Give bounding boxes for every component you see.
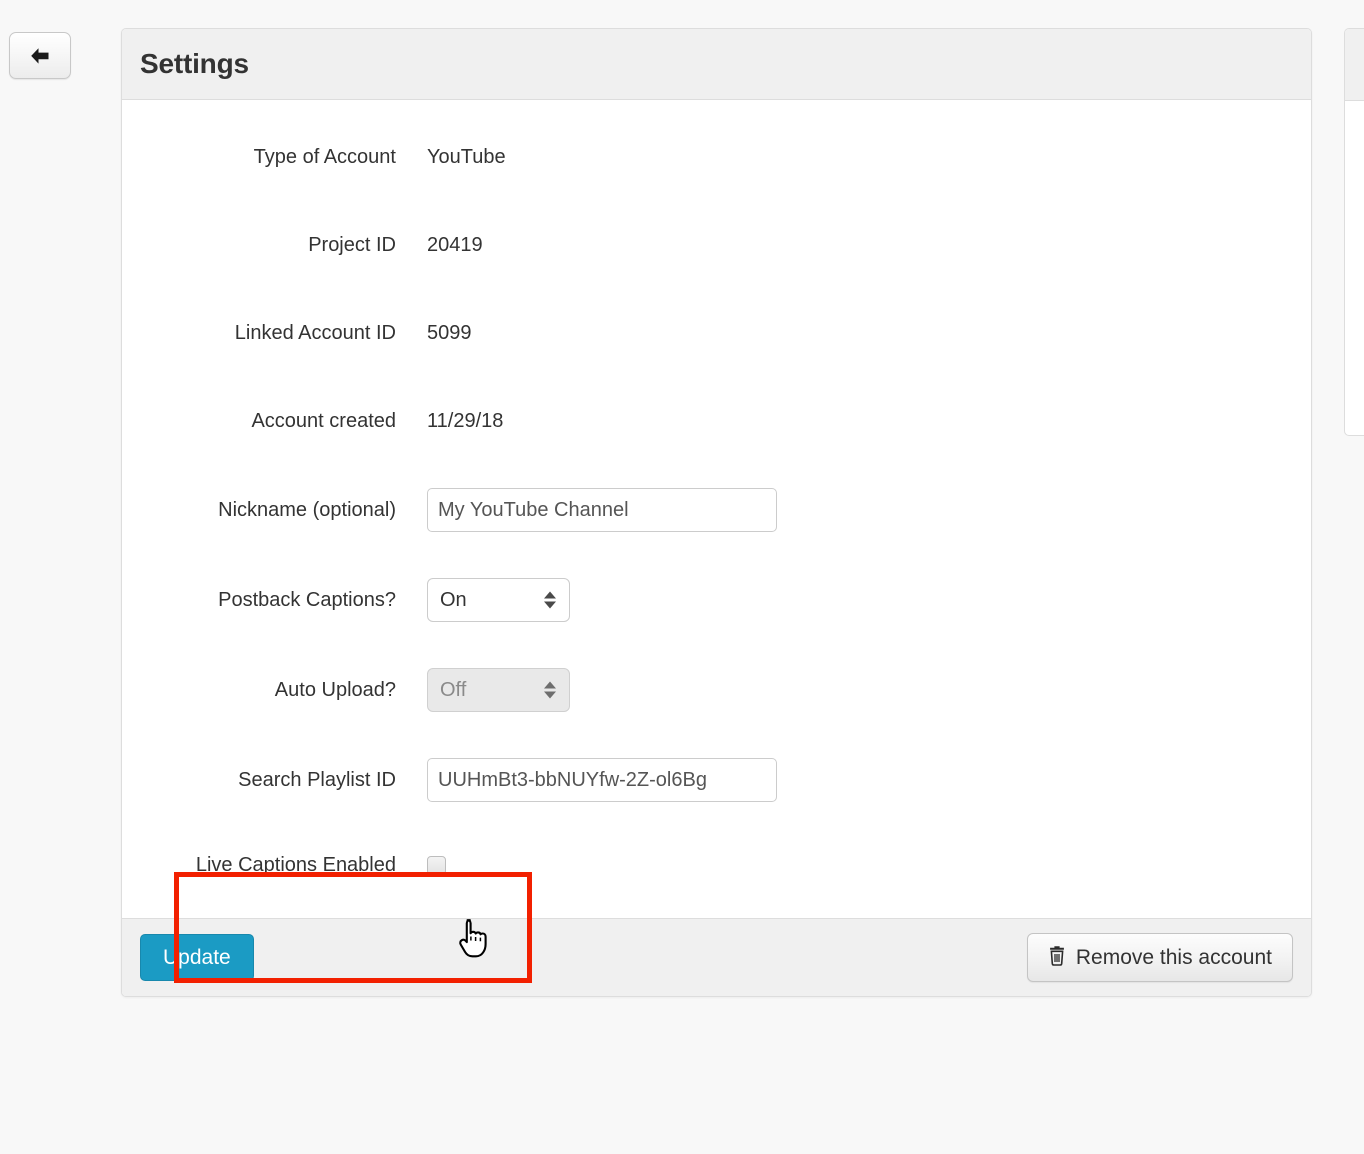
label-type-of-account: Type of Account xyxy=(253,146,396,168)
postback-captions-select[interactable]: On xyxy=(427,578,570,622)
row-live-captions-enabled: Live Captions Enabled xyxy=(122,844,1311,886)
value-linked-account-id: 5099 xyxy=(427,322,472,344)
update-button[interactable]: Update xyxy=(140,934,254,981)
remove-account-button[interactable]: Remove this account xyxy=(1026,933,1293,982)
label-search-playlist-id: Search Playlist ID xyxy=(238,769,396,791)
value-type-of-account: YouTube xyxy=(427,146,506,168)
search-playlist-id-input[interactable] xyxy=(427,758,777,802)
row-auto-upload: Auto Upload? Off xyxy=(122,668,1311,712)
value-account-created: 11/29/18 xyxy=(427,410,504,432)
row-postback-captions: Postback Captions? On xyxy=(122,578,1311,622)
row-project-id: Project ID 20419 xyxy=(122,224,1311,266)
auto-upload-select: Off xyxy=(427,668,570,712)
label-live-captions-enabled: Live Captions Enabled xyxy=(195,854,396,876)
adjacent-card-header xyxy=(1345,29,1364,101)
postback-captions-select-wrap: On xyxy=(427,578,570,622)
value-project-id: 20419 xyxy=(427,234,483,256)
live-captions-enabled-checkbox[interactable] xyxy=(427,855,446,875)
label-account-created: Account created xyxy=(251,410,396,432)
label-auto-upload: Auto Upload? xyxy=(274,679,396,701)
settings-card: Settings Type of Account YouTube Project… xyxy=(121,28,1312,997)
nickname-input[interactable] xyxy=(427,488,777,532)
row-linked-account-id: Linked Account ID 5099 xyxy=(122,312,1311,354)
label-postback-captions: Postback Captions? xyxy=(218,589,396,611)
back-button[interactable] xyxy=(9,32,71,79)
row-nickname: Nickname (optional) xyxy=(122,488,1311,532)
label-nickname: Nickname (optional) xyxy=(218,499,396,521)
label-project-id: Project ID xyxy=(308,234,396,256)
auto-upload-select-wrap: Off xyxy=(427,668,570,712)
page-title: Settings xyxy=(140,48,249,79)
settings-form: Type of Account YouTube Project ID 20419… xyxy=(122,100,1311,918)
row-search-playlist-id: Search Playlist ID xyxy=(122,758,1311,802)
card-footer: Update Remove this account xyxy=(122,918,1311,996)
row-type-of-account: Type of Account YouTube xyxy=(122,136,1311,178)
trash-icon xyxy=(1048,945,1066,970)
adjacent-card-partial xyxy=(1344,28,1364,436)
remove-account-label: Remove this account xyxy=(1075,946,1272,969)
card-header: Settings xyxy=(122,29,1311,100)
arrow-left-icon xyxy=(27,45,53,67)
row-account-created: Account created 11/29/18 xyxy=(122,400,1311,442)
label-linked-account-id: Linked Account ID xyxy=(234,322,396,344)
